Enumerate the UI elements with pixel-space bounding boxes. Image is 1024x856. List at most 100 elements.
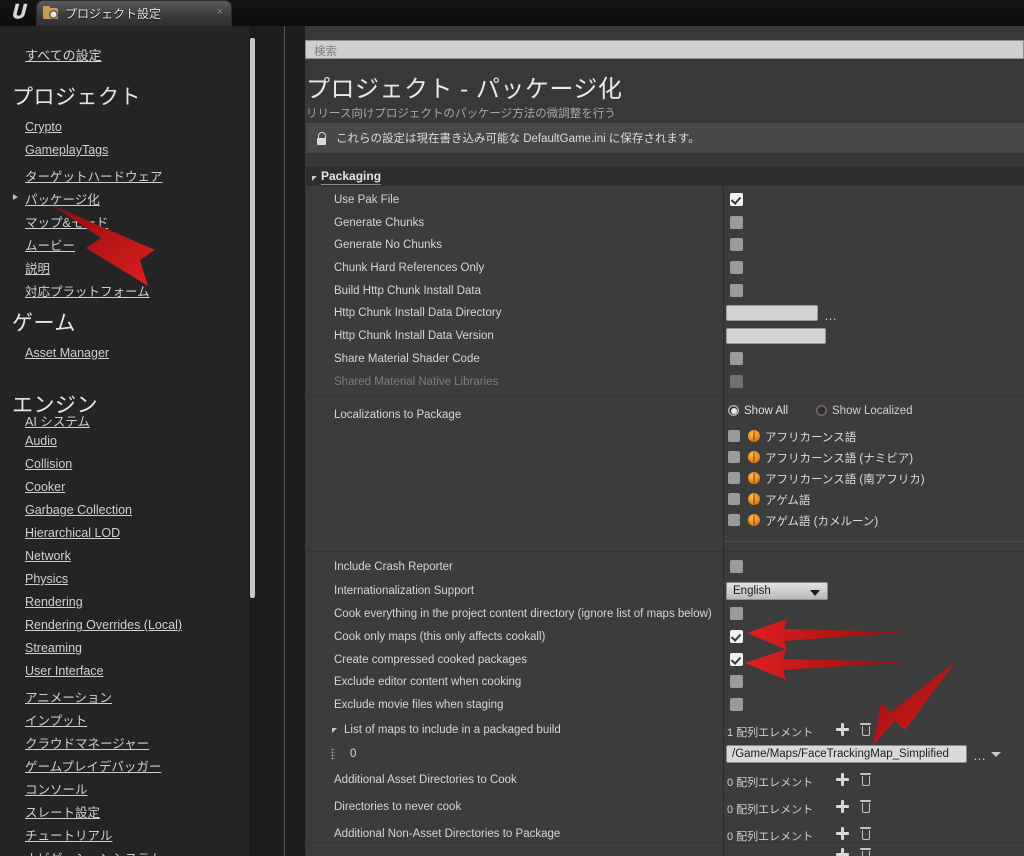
http-chunk-install-data-directory-input[interactable]: [726, 305, 818, 321]
array-element-count: 0 配列エレメント: [727, 804, 814, 816]
checkbox[interactable]: [730, 352, 743, 365]
globe-icon: [748, 514, 760, 526]
checkbox[interactable]: [730, 653, 743, 666]
map-path-input[interactable]: /Game/Maps/FaceTrackingMap_Simplified: [726, 745, 967, 763]
property-label: Create compressed cooked packages: [334, 654, 528, 666]
checkbox[interactable]: [730, 375, 743, 388]
section-header-packaging[interactable]: Packaging: [306, 167, 1024, 186]
page-subtitle: リリース向けプロジェクトのパッケージ方法の微調整を行う: [306, 108, 616, 120]
language-label: アフリカーンス語 (ナミビア): [765, 453, 914, 465]
property-label: Chunk Hard References Only: [334, 262, 485, 274]
search-input[interactable]: 検索: [305, 40, 1024, 59]
chevron-down-icon[interactable]: [332, 728, 337, 733]
property-label: Include Crash Reporter: [334, 561, 453, 573]
property-label: Exclude editor content when cooking: [334, 676, 522, 688]
sidebar-item-9-group-3[interactable]: Rendering: [25, 595, 83, 609]
language-label: アフリカーンス語: [765, 432, 857, 444]
property-label: Additional Non-Asset Directories to Pack…: [334, 828, 561, 840]
sidebar-item-11-group-3[interactable]: Streaming: [25, 641, 82, 655]
checkbox[interactable]: [730, 698, 743, 711]
language-checkbox[interactable]: [728, 472, 740, 484]
sidebar-item-7-group-3[interactable]: Network: [25, 549, 71, 563]
language-checkbox[interactable]: [728, 514, 740, 526]
property-label: Generate Chunks: [334, 217, 425, 229]
sidebar-item-18-group-3[interactable]: スレート設定: [25, 802, 100, 821]
chevron-right-icon[interactable]: [13, 194, 18, 200]
sidebar-item-1-group-3[interactable]: AI システム: [25, 411, 90, 430]
settings-detail-panel: 検索 プロジェクト - パッケージ化 リリース向けプロジェクトのパッケージ方法の…: [305, 26, 1024, 856]
add-icon[interactable]: [836, 800, 849, 813]
language-checkbox[interactable]: [728, 493, 740, 505]
trash-icon[interactable]: [860, 848, 871, 856]
sidebar-item-19-group-3[interactable]: チュートリアル: [25, 825, 112, 844]
property-label: Share Material Shader Code: [334, 353, 480, 365]
sidebar-item-5-group-3[interactable]: Garbage Collection: [25, 503, 132, 517]
checkbox[interactable]: [730, 675, 743, 688]
sidebar-item-20-group-3[interactable]: ナビゲーションシステム: [25, 848, 162, 856]
unreal-engine-logo-icon: 𝐔: [10, 2, 26, 23]
sidebar-item-1-group-2[interactable]: Asset Manager: [25, 346, 109, 360]
sidebar-item-16-group-3[interactable]: ゲームプレイデバッガー: [25, 756, 161, 775]
sidebar-item-5-group-1[interactable]: マップ&モード: [25, 212, 108, 231]
property-label: List of maps to include in a packaged bu…: [344, 724, 561, 736]
property-label: Shared Material Native Libraries: [334, 376, 499, 388]
internationalization-support-dropdown[interactable]: English: [726, 582, 828, 600]
add-icon[interactable]: [836, 723, 849, 736]
language-label: アゲム語 (カメルーン): [765, 516, 879, 528]
sidebar-item-15-group-3[interactable]: クラウドマネージャー: [25, 733, 149, 752]
trash-icon[interactable]: [860, 827, 871, 840]
trash-icon[interactable]: [860, 723, 871, 736]
sidebar-item-17-group-3[interactable]: コンソール: [25, 779, 88, 798]
add-icon[interactable]: [836, 773, 849, 786]
property-label: Cook everything in the project content d…: [334, 608, 712, 620]
sidebar-item-7-group-1[interactable]: 説明: [25, 258, 50, 277]
sidebar-item-3-group-1[interactable]: ターゲットハードウェア: [25, 166, 163, 185]
browse-ellipsis-button[interactable]: …: [973, 749, 987, 762]
sidebar-item-12-group-3[interactable]: User Interface: [25, 664, 104, 678]
sidebar-item-4-group-1[interactable]: パッケージ化: [25, 189, 100, 208]
sidebar-item-13-group-3[interactable]: アニメーション: [25, 687, 112, 706]
radio-show-localized[interactable]: [816, 405, 827, 416]
checkbox[interactable]: [730, 193, 743, 206]
panel-splitter[interactable]: [284, 26, 285, 856]
checkbox[interactable]: [730, 630, 743, 643]
chevron-down-icon: [312, 175, 317, 181]
sidebar-item-8-group-1[interactable]: 対応プラットフォーム: [25, 281, 150, 300]
sidebar-item-1-group-1[interactable]: Crypto: [25, 120, 62, 134]
property-label: Generate No Chunks: [334, 239, 443, 251]
sidebar-item-14-group-3[interactable]: インプット: [25, 710, 87, 729]
trash-icon[interactable]: [860, 800, 871, 813]
add-icon[interactable]: [836, 827, 849, 840]
add-icon[interactable]: [836, 848, 849, 856]
checkbox[interactable]: [730, 216, 743, 229]
radio-show-all[interactable]: [728, 405, 739, 416]
sidebar-item-2-group-1[interactable]: GameplayTags: [25, 143, 108, 157]
sidebar-item-6-group-1[interactable]: ムービー: [25, 235, 75, 254]
property-label: 0: [350, 748, 357, 760]
drag-handle[interactable]: [331, 748, 335, 760]
checkbox[interactable]: [730, 560, 743, 573]
close-icon[interactable]: ×: [217, 7, 223, 18]
trash-icon[interactable]: [860, 773, 871, 786]
property-label: Additional Asset Directories to Cook: [334, 774, 517, 786]
sidebar-item-8-group-3[interactable]: Physics: [25, 572, 68, 586]
sidebar-item-3-group-3[interactable]: Collision: [25, 457, 72, 471]
sidebar-item-10-group-3[interactable]: Rendering Overrides (Local): [25, 618, 182, 632]
sidebar-item-all-settings[interactable]: すべての設定: [25, 45, 102, 64]
checkbox[interactable]: [730, 238, 743, 251]
checkbox[interactable]: [730, 284, 743, 297]
chevron-down-icon[interactable]: [991, 752, 1001, 757]
property-label: Localizations to Package: [334, 409, 462, 421]
browse-ellipsis-button[interactable]: …: [824, 309, 838, 322]
sidebar-item-2-group-3[interactable]: Audio: [25, 434, 57, 448]
http-chunk-install-data-version-input[interactable]: [726, 328, 826, 344]
sidebar-item-4-group-3[interactable]: Cooker: [25, 480, 65, 494]
language-checkbox[interactable]: [728, 430, 740, 442]
language-checkbox[interactable]: [728, 451, 740, 463]
checkbox[interactable]: [730, 607, 743, 620]
sidebar-item-6-group-3[interactable]: Hierarchical LOD: [25, 526, 120, 540]
checkbox[interactable]: [730, 261, 743, 274]
row-separator: [306, 842, 1024, 843]
tab-project-settings[interactable]: プロジェクト設定 ×: [36, 0, 232, 26]
sidebar-scrollbar-thumb[interactable]: [250, 38, 255, 598]
